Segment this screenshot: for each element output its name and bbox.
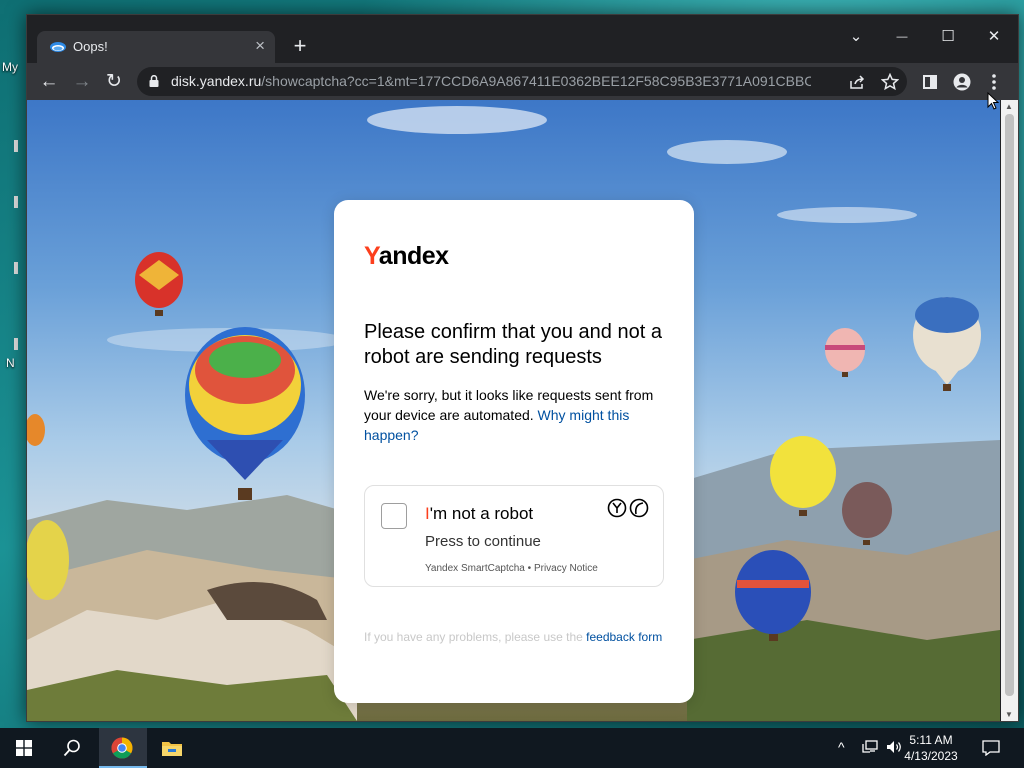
vertical-scrollbar[interactable]: ▲ ▼ (1001, 100, 1018, 721)
notifications-icon[interactable] (982, 740, 1000, 756)
scroll-down-icon[interactable]: ▼ (1005, 710, 1013, 719)
desktop-icon-label[interactable]: My (2, 60, 18, 74)
search-button[interactable] (48, 728, 96, 768)
not-a-robot-widget[interactable]: I'm not a robot Press to continue Yandex… (364, 485, 664, 587)
back-button[interactable]: ← (35, 68, 63, 96)
feedback-form-link[interactable]: feedback form (586, 630, 662, 644)
desktop-icon-label[interactable]: N (6, 356, 15, 370)
checkbox-subtitle: Press to continue (425, 533, 541, 550)
clock-time: 5:11 AM (909, 733, 953, 747)
tab-oops[interactable]: Oops! × (37, 31, 275, 63)
tray-chevron-icon[interactable]: ^ (838, 739, 845, 755)
system-clock[interactable]: 5:11 AM 4/13/2023 (896, 732, 966, 764)
page-viewport: Yandex Please confirm that you and not a… (27, 100, 1000, 721)
captcha-card: Yandex Please confirm that you and not a… (334, 200, 694, 703)
scroll-thumb[interactable] (1005, 114, 1014, 696)
footer-separator: • (524, 563, 534, 574)
checkbox-title-rest: 'm not a robot (429, 504, 534, 523)
tab-strip: Oops! × + ⌄ — ☐ ✕ (27, 15, 1018, 63)
search-icon (63, 739, 80, 757)
taskbar: ^ 5:11 AM 4/13/2023 (0, 728, 1024, 768)
tab-search-dropdown-icon[interactable]: ⌄ (833, 25, 879, 49)
captcha-footer: Yandex SmartCaptcha • Privacy Notice (425, 563, 598, 574)
logo-first-letter: Y (364, 242, 379, 270)
smartcaptcha-logo-icon (607, 498, 649, 518)
desktop-icon-edge[interactable] (14, 196, 18, 208)
problems-text: If you have any problems, please use the (364, 630, 583, 644)
folder-icon (162, 742, 182, 756)
share-icon[interactable] (849, 75, 865, 89)
browser-window: Oops! × + ⌄ — ☐ ✕ ← → ↻ disk.yandex.ru/s… (26, 14, 1019, 722)
desktop-icon-edge[interactable] (14, 262, 18, 274)
yandex-logo: Yandex (364, 242, 449, 271)
minimize-button[interactable]: — (879, 25, 925, 49)
url-text[interactable]: disk.yandex.ru/showcaptcha?cc=1&mt=177CC… (171, 73, 811, 89)
privacy-notice-link[interactable]: Privacy Notice (534, 563, 598, 574)
logo-rest: andex (378, 242, 449, 270)
url-host: disk.yandex.ru (171, 73, 262, 89)
network-icon[interactable] (862, 740, 878, 754)
captcha-heading: Please confirm that you and not a robot … (364, 321, 662, 368)
maximize-button[interactable]: ☐ (925, 25, 971, 49)
mouse-cursor-icon (987, 92, 999, 110)
close-window-button[interactable]: ✕ (971, 25, 1017, 49)
captcha-description: We're sorry, but it looks like requests … (364, 385, 669, 445)
tab-title: Oops! (73, 39, 108, 54)
address-bar[interactable]: disk.yandex.ru/showcaptcha?cc=1&mt=177CC… (137, 67, 907, 96)
profile-icon[interactable] (953, 73, 971, 91)
taskbar-chrome[interactable] (99, 728, 147, 768)
windows-logo-icon (16, 740, 32, 756)
desktop-icon-edge[interactable] (14, 140, 18, 152)
smartcaptcha-link[interactable]: Yandex SmartCaptcha (425, 563, 525, 574)
problems-note: If you have any problems, please use the… (364, 628, 664, 646)
lock-icon[interactable] (149, 75, 159, 87)
url-path: /showcaptcha?cc=1&mt=177CCD6A9A867411E03… (261, 73, 811, 89)
chrome-icon (111, 737, 133, 759)
taskbar-file-explorer[interactable] (148, 728, 196, 768)
scroll-up-icon[interactable]: ▲ (1005, 102, 1013, 111)
star-icon[interactable] (881, 73, 899, 91)
reload-button[interactable]: ↻ (100, 68, 128, 96)
checkbox-title: I'm not a robot (425, 504, 533, 524)
clock-date: 4/13/2023 (904, 749, 958, 763)
desktop-icon-edge[interactable] (14, 338, 18, 350)
forward-button[interactable]: → (68, 68, 96, 96)
tab-close-icon[interactable]: × (255, 36, 265, 56)
not-a-robot-checkbox[interactable] (381, 503, 407, 529)
side-panel-icon[interactable] (923, 75, 937, 89)
menu-icon[interactable] (991, 73, 997, 91)
new-tab-button[interactable]: + (287, 33, 313, 59)
start-button[interactable] (0, 728, 48, 768)
browser-toolbar: ← → ↻ disk.yandex.ru/showcaptcha?cc=1&mt… (27, 63, 1018, 100)
disk-favicon-icon (50, 42, 66, 52)
